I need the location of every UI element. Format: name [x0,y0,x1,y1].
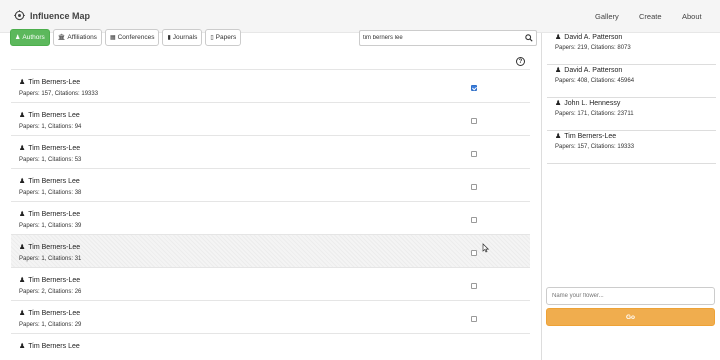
tab-label: Authors [22,34,45,41]
question-circle-icon[interactable]: ? [516,57,525,66]
file-icon: ▯ [210,35,214,41]
author-stats: Papers: 1, Citations: 38 [19,190,82,196]
author-name: Tim Berners-Lee [28,144,81,152]
author-name: Tim Berners-Lee [28,309,81,317]
person-icon: ♟ [19,211,26,218]
person-icon: ♟ [19,343,26,350]
tab-label: Papers [215,34,237,41]
tab-label: Journals [172,34,198,41]
author-stats: Papers: 1, Citations: 53 [19,157,82,163]
author-results-list: ♟ Tim Berners-Lee Papers: 157, Citations:… [11,69,530,360]
person-icon: ♟ [19,310,26,317]
person-icon: ♟ [19,79,26,86]
result-row[interactable]: ♟ Tim Berners-Lee Papers: 2, Citations: 2… [11,267,530,300]
search-icon[interactable] [525,34,533,44]
author-name: Tim Berners Lee [28,111,80,119]
entity-tabs: ♟ Authors 🏛 Affiliations ▦ Conferences ▮… [10,29,242,46]
selected-author-stats: Papers: 219, Citations: 8073 [555,45,631,51]
nav-link-about[interactable]: About [682,12,702,21]
brand-title: Influence Map [30,10,91,21]
person-icon: ♟ [555,34,562,41]
go-button[interactable]: Go [546,308,715,326]
select-checkbox[interactable] [471,118,477,124]
result-row[interactable]: ♟ Tim Berners Lee Papers: 1, Citations: 3… [11,168,530,201]
select-checkbox[interactable] [471,217,477,223]
tab-authors[interactable]: ♟ Authors [10,29,50,46]
selected-author-name: David A. Patterson [564,33,623,41]
selected-author[interactable]: ♟ Tim Berners-Lee Papers: 157, Citations:… [547,132,716,164]
institution-icon: 🏛 [57,35,66,41]
select-checkbox[interactable] [471,184,477,190]
person-icon: ♟ [19,145,26,152]
author-stats: Papers: 1, Citations: 39 [19,223,82,229]
mouse-pointer-icon [482,243,490,255]
tab-papers[interactable]: ▯ Papers [205,29,242,46]
selected-author[interactable]: ♟ David A. Patterson Papers: 408, Citatio… [547,66,716,98]
person-icon: ♟ [19,178,26,185]
result-row[interactable]: ♟ Tim Berners-Lee Papers: 1, Citations: 2… [11,300,530,333]
book-icon: ▮ [167,35,171,41]
flower-name-input[interactable] [546,287,715,305]
result-row[interactable]: ♟ Tim Berners Lee [11,333,530,360]
selected-author[interactable]: ♟ John L. Hennessy Papers: 171, Citations… [547,99,716,131]
author-name: Tim Berners-Lee [28,276,81,284]
selected-author-stats: Papers: 171, Citations: 23711 [555,111,634,117]
brand[interactable]: Influence Map [14,10,90,21]
result-row[interactable]: ♟ Tim Berners-Lee Papers: 1, Citations: 5… [11,135,530,168]
author-stats: Papers: 2, Citations: 26 [19,289,82,295]
select-checkbox[interactable] [471,316,477,322]
flower-logo-icon [14,10,25,21]
tab-journals[interactable]: ▮ Journals [162,29,203,46]
author-name: Tim Berners-Lee [28,243,81,251]
person-icon: ♟ [19,277,26,284]
author-name: Tim Berners Lee [28,177,80,185]
selected-author-stats: Papers: 157, Citations: 19333 [555,144,635,150]
person-icon: ♟ [15,35,21,41]
select-checkbox[interactable] [471,151,477,157]
author-stats: Papers: 157, Citations: 19333 [19,91,99,97]
person-icon: ♟ [555,67,562,74]
search-box [359,30,537,46]
list-icon: ▦ [109,35,116,41]
nav-link-create[interactable]: Create [639,12,662,21]
nav-link-gallery[interactable]: Gallery [595,12,619,21]
result-row[interactable]: ♟ Tim Berners-Lee Papers: 1, Citations: 3… [11,201,530,234]
person-icon: ♟ [19,112,26,119]
selected-author-name: John L. Hennessy [564,99,621,107]
person-icon: ♟ [555,133,562,140]
select-checkbox[interactable] [471,250,477,256]
result-row[interactable]: ♟ Tim Berners-Lee Papers: 1, Citations: 3… [11,234,530,267]
selected-author-stats: Papers: 408, Citations: 45964 [555,78,635,84]
person-icon: ♟ [555,100,562,107]
tab-label: Affiliations [67,34,97,41]
author-name: Tim Berners-Lee [28,78,81,86]
person-icon: ♟ [19,244,26,251]
author-name: Tim Berners Lee [28,342,80,350]
tab-affiliations[interactable]: 🏛 Affiliations [52,29,102,46]
author-stats: Papers: 1, Citations: 31 [19,256,82,262]
result-row[interactable]: ♟ Tim Berners Lee Papers: 1, Citations: 9… [11,102,530,135]
selected-author[interactable]: ♟ David A. Patterson Papers: 219, Citatio… [547,33,716,65]
author-stats: Papers: 1, Citations: 94 [19,124,82,130]
search-input[interactable] [363,32,518,44]
selected-author-name: David A. Patterson [564,66,623,74]
author-stats: Papers: 1, Citations: 29 [19,322,82,328]
select-checkbox[interactable] [471,85,477,91]
tab-conferences[interactable]: ▦ Conferences [104,29,160,46]
result-row[interactable]: ♟ Tim Berners-Lee Papers: 157, Citations:… [11,69,530,102]
selected-author-name: Tim Berners-Lee [564,132,617,140]
author-name: Tim Berners-Lee [28,210,81,218]
tab-label: Conferences [117,34,155,41]
select-checkbox[interactable] [471,283,477,289]
